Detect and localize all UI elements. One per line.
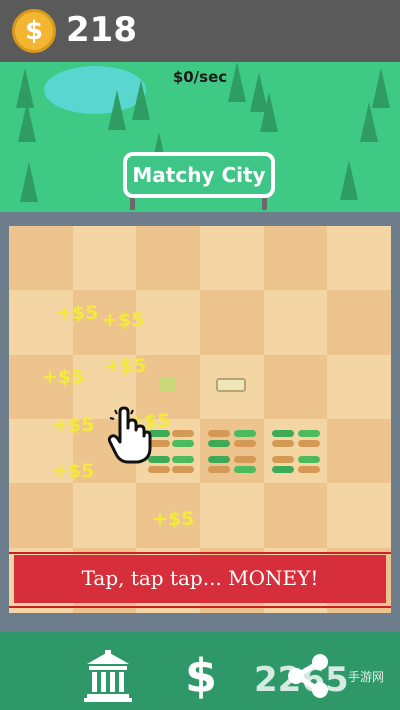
board-cell[interactable] [200, 290, 264, 356]
caravan-icon [216, 378, 246, 392]
money-popup: +$5 [102, 309, 145, 331]
coin-balance: 218 [66, 10, 137, 50]
crop-field-icon [208, 430, 230, 450]
board-cell[interactable] [327, 419, 392, 484]
money-button[interactable]: $ [174, 648, 228, 704]
tree-icon [260, 92, 278, 132]
board-cell[interactable] [200, 483, 264, 549]
board-cell[interactable] [200, 226, 264, 291]
banner-text: Tap, tap tap... MONEY! [81, 566, 319, 590]
tree-icon [132, 80, 150, 120]
tree-icon [340, 160, 358, 200]
crop-field-icon [298, 430, 320, 450]
banner-bottom-line [9, 606, 391, 608]
tip-banner: Tap, tap tap... MONEY! [14, 555, 386, 603]
income-rate: $0/sec [172, 68, 228, 86]
board-cell[interactable] [9, 226, 73, 291]
money-popup: +$5 [104, 355, 147, 377]
watermark-subtitle: 手游网 [348, 670, 385, 684]
tree-icon [18, 102, 36, 142]
dollar-coin-icon: $ [12, 9, 56, 53]
money-popup: +$5 [42, 366, 85, 388]
crop-field-icon [298, 456, 320, 476]
board-cell[interactable] [263, 290, 328, 356]
tree-icon [20, 162, 38, 202]
board-cell[interactable] [136, 226, 201, 291]
money-popup: +$5 [52, 460, 95, 482]
sign-post-right [262, 196, 267, 210]
board-cell[interactable] [72, 226, 137, 291]
board-cell[interactable] [9, 483, 73, 549]
board-cell[interactable] [327, 226, 392, 291]
dollar-icon: $ [184, 649, 217, 703]
crop-field-icon [234, 430, 256, 450]
tree-icon [108, 90, 126, 130]
money-popup: +$5 [152, 508, 195, 530]
tree-icon [360, 102, 378, 142]
board-cell[interactable] [136, 290, 201, 356]
money-popup: +$5 [56, 302, 99, 324]
crop-field-icon [272, 430, 294, 450]
sign-post-left [130, 196, 135, 210]
city-name-sign[interactable]: Matchy City [123, 152, 275, 198]
board-cell[interactable] [263, 354, 328, 420]
board-cell[interactable] [263, 226, 328, 291]
board-cell[interactable] [327, 290, 392, 356]
board-cell[interactable] [72, 483, 137, 549]
bank-building-icon [84, 650, 132, 702]
crop-field-icon [272, 456, 294, 476]
crop-field-icon [172, 430, 194, 450]
board-cell[interactable] [327, 483, 392, 549]
banner-top-line [9, 552, 391, 554]
crop-field-icon [172, 456, 194, 476]
tap-hand-icon [106, 406, 152, 464]
watermark-logo: 2265 [254, 660, 349, 700]
top-bar: $ 218 [0, 0, 400, 62]
board-cell[interactable] [263, 483, 328, 549]
money-popup: +$5 [52, 414, 95, 436]
board-cell[interactable] [327, 354, 392, 420]
crop-field-icon [234, 456, 256, 476]
house-tile-icon [160, 378, 176, 392]
bank-button[interactable] [78, 648, 138, 704]
crop-field-icon [208, 456, 230, 476]
